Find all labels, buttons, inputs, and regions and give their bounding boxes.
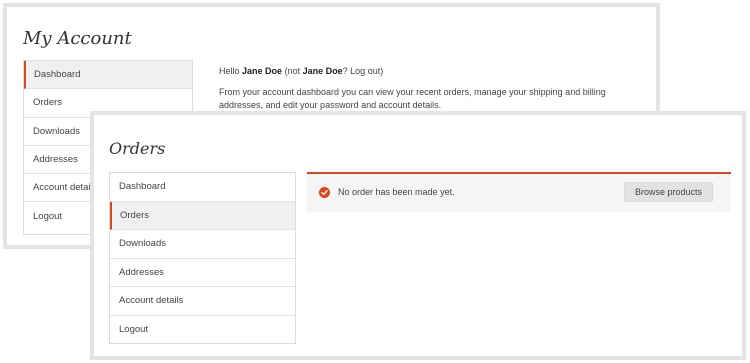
greeting-not: (not bbox=[284, 66, 301, 76]
info-notice: No order has been made yet. Browse produ… bbox=[307, 172, 731, 212]
account-navigation: Dashboard Orders Downloads Addresses Acc… bbox=[109, 172, 296, 344]
user-name-repeat: Jane Doe bbox=[302, 66, 343, 76]
nav-item-orders[interactable]: Orders bbox=[110, 201, 295, 230]
page-title: Orders bbox=[109, 139, 166, 158]
page-title: My Account bbox=[23, 28, 132, 49]
logout-link[interactable]: Log out bbox=[350, 66, 380, 76]
user-name: Jane Doe bbox=[242, 66, 283, 76]
greeting-question: ? bbox=[342, 66, 348, 76]
check-circle-icon bbox=[319, 187, 330, 198]
greeting-close: ) bbox=[380, 66, 384, 76]
nav-item-addresses[interactable]: Addresses bbox=[110, 259, 295, 287]
dashboard-description: From your account dashboard you can view… bbox=[219, 87, 606, 110]
orders-panel: Orders Dashboard Orders Downloads Addres… bbox=[90, 111, 746, 360]
greeting: Hello Jane Doe (not Jane Doe? Log out) bbox=[219, 65, 639, 78]
notice-message: No order has been made yet. bbox=[338, 187, 455, 197]
nav-item-logout[interactable]: Logout bbox=[110, 316, 295, 345]
nav-item-dashboard[interactable]: Dashboard bbox=[110, 173, 295, 202]
greeting-hello: Hello bbox=[219, 66, 240, 76]
nav-item-dashboard[interactable]: Dashboard bbox=[24, 61, 192, 90]
browse-products-button[interactable]: Browse products bbox=[624, 182, 713, 202]
nav-item-downloads[interactable]: Downloads bbox=[110, 230, 295, 259]
nav-item-account-details[interactable]: Account details bbox=[110, 287, 295, 316]
